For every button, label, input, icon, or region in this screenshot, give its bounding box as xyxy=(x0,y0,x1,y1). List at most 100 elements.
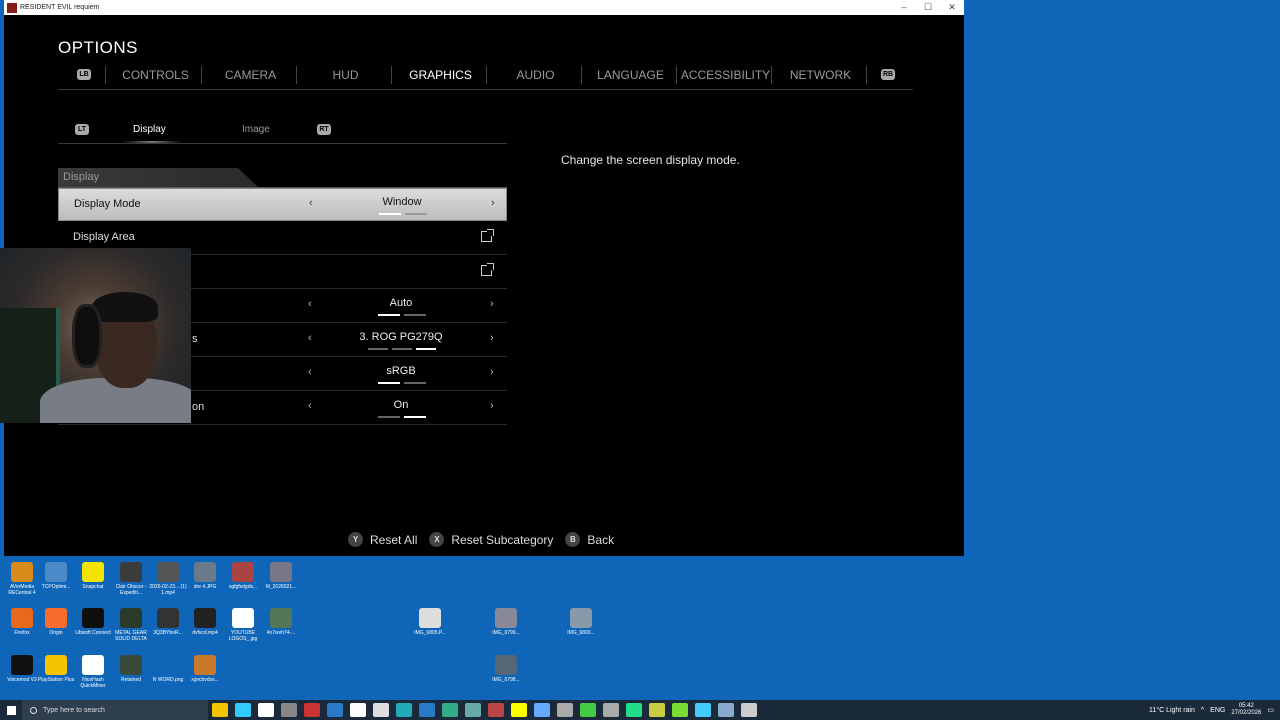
app-icon xyxy=(419,608,441,628)
headphones-icon xyxy=(72,304,102,368)
taskbar-app-icon[interactable] xyxy=(327,703,343,717)
app-icon xyxy=(82,562,104,582)
taskbar-app-icon[interactable] xyxy=(557,703,573,717)
taskbar-app-icon[interactable] xyxy=(626,703,642,717)
chevron-right-icon[interactable]: › xyxy=(490,332,494,344)
desktop-icon-label: 4n7wvh74-... xyxy=(266,630,296,636)
desktop-icon-label: IMG_6798... xyxy=(492,677,520,683)
tray-chevron-icon[interactable]: ^ xyxy=(1201,707,1204,714)
rt-trigger-icon[interactable]: RT xyxy=(317,124,331,135)
language-indicator[interactable]: ENG xyxy=(1210,707,1225,714)
chevron-left-icon[interactable]: ‹ xyxy=(308,298,312,310)
section-header: Display xyxy=(58,168,258,187)
taskbar-app-icon[interactable] xyxy=(603,703,619,717)
taskbar-app-icon[interactable] xyxy=(212,703,228,717)
option-indicator xyxy=(378,314,426,316)
app-icon xyxy=(45,655,67,675)
taskbar-app-icon[interactable] xyxy=(465,703,481,717)
app-icon xyxy=(232,562,254,582)
tab-network[interactable]: NETWORK xyxy=(773,64,868,86)
app-icon xyxy=(194,562,216,582)
taskbar-app-icon[interactable] xyxy=(511,703,527,717)
taskbar-app-icon[interactable] xyxy=(281,703,297,717)
chevron-left-icon[interactable]: ‹ xyxy=(309,197,313,209)
chevron-left-icon[interactable]: ‹ xyxy=(308,400,312,412)
taskbar-app-icon[interactable] xyxy=(580,703,596,717)
app-icon xyxy=(232,608,254,628)
start-button[interactable] xyxy=(0,700,22,720)
taskbar-app-icon[interactable] xyxy=(396,703,412,717)
chevron-left-icon[interactable]: ‹ xyxy=(308,366,312,378)
app-icon xyxy=(7,2,17,13)
windows-icon xyxy=(6,705,16,715)
clock[interactable]: 05:42 27/02/2026 xyxy=(1231,703,1261,717)
close-button[interactable]: ✕ xyxy=(940,0,964,15)
notification-icon[interactable]: ▭ xyxy=(1267,706,1274,714)
taskbar-app-icon[interactable] xyxy=(442,703,458,717)
taskbar-app-icon[interactable] xyxy=(258,703,274,717)
taskbar-app-icon[interactable] xyxy=(534,703,550,717)
setting-value: Window xyxy=(382,196,422,208)
minimize-button[interactable]: – xyxy=(892,0,916,15)
desktop-icon[interactable]: IMG_6799... xyxy=(484,608,528,636)
tab-audio[interactable]: AUDIO xyxy=(488,64,583,86)
app-icon xyxy=(82,608,104,628)
rb-bumper-icon[interactable]: RB xyxy=(881,69,895,80)
taskbar-app-icon[interactable] xyxy=(649,703,665,717)
desktop-icon[interactable]: 4n7wvh74-... xyxy=(259,608,303,636)
tab-hud[interactable]: HUD xyxy=(298,64,393,86)
desktop-icon[interactable]: IMG_6798... xyxy=(484,655,528,683)
taskbar-app-icon[interactable] xyxy=(718,703,734,717)
taskbar-app-icon[interactable] xyxy=(695,703,711,717)
maximize-button[interactable]: ☐ xyxy=(916,0,940,15)
lb-bumper-icon[interactable]: LB xyxy=(77,69,91,80)
subtab-display[interactable]: Display xyxy=(133,124,166,135)
setting-value: Auto xyxy=(389,297,413,309)
reset-subcategory-button[interactable]: X Reset Subcategory xyxy=(429,532,553,547)
taskbar-app-icon[interactable] xyxy=(373,703,389,717)
chevron-right-icon[interactable]: › xyxy=(490,298,494,310)
search-box[interactable]: Type here to search xyxy=(22,700,208,720)
tab-graphics[interactable]: GRAPHICS xyxy=(393,64,488,86)
search-icon xyxy=(30,706,37,714)
desktop-icon-label: IMG_6800... xyxy=(567,630,595,636)
option-indicator xyxy=(378,416,426,418)
taskbar-app-icon[interactable] xyxy=(235,703,251,717)
taskbar-app-icon[interactable] xyxy=(488,703,504,717)
desktop-icon[interactable]: xgvcbvdss... xyxy=(183,655,227,683)
taskbar-app-icon[interactable] xyxy=(304,703,320,717)
app-icon xyxy=(11,562,33,582)
setting-label: Display Area xyxy=(73,231,135,243)
taskbar-app-icon[interactable] xyxy=(419,703,435,717)
chevron-right-icon[interactable]: › xyxy=(490,366,494,378)
search-placeholder: Type here to search xyxy=(43,706,105,714)
lt-trigger-icon[interactable]: LT xyxy=(75,124,89,135)
back-button[interactable]: B Back xyxy=(565,532,614,547)
app-icon xyxy=(45,562,67,582)
app-icon xyxy=(11,608,33,628)
tab-controls[interactable]: CONTROLS xyxy=(108,64,203,86)
taskbar-app-icon[interactable] xyxy=(350,703,366,717)
chevron-right-icon[interactable]: › xyxy=(491,197,495,209)
app-icon xyxy=(82,655,104,675)
chevron-left-icon[interactable]: ‹ xyxy=(308,332,312,344)
tab-language[interactable]: LANGUAGE xyxy=(583,64,678,86)
chevron-right-icon[interactable]: › xyxy=(490,400,494,412)
setting-label: Display Mode xyxy=(74,198,141,210)
webcam-overlay xyxy=(0,248,191,423)
tab-camera[interactable]: CAMERA xyxy=(203,64,298,86)
reset-all-button[interactable]: Y Reset All xyxy=(348,532,417,547)
desktop-icon[interactable]: M_2026021... xyxy=(259,562,303,590)
desktop-icon[interactable]: IMG_6800... xyxy=(559,608,603,636)
tab-accessibility[interactable]: ACCESSIBILITY xyxy=(678,64,773,86)
taskbar-apps xyxy=(208,703,760,717)
app-icon xyxy=(270,608,292,628)
taskbar-app-icon[interactable] xyxy=(741,703,757,717)
weather-status[interactable]: 11°C Light rain xyxy=(1149,707,1195,714)
setting-display-mode[interactable]: Display Mode ‹ Window › xyxy=(58,188,507,221)
desktop-icon-label: IMG_6805.P... xyxy=(414,630,446,636)
desktop-icon[interactable]: IMG_6805.P... xyxy=(408,608,452,636)
subtab-image[interactable]: Image xyxy=(242,124,270,135)
taskbar-app-icon[interactable] xyxy=(672,703,688,717)
person-hair xyxy=(92,292,158,322)
